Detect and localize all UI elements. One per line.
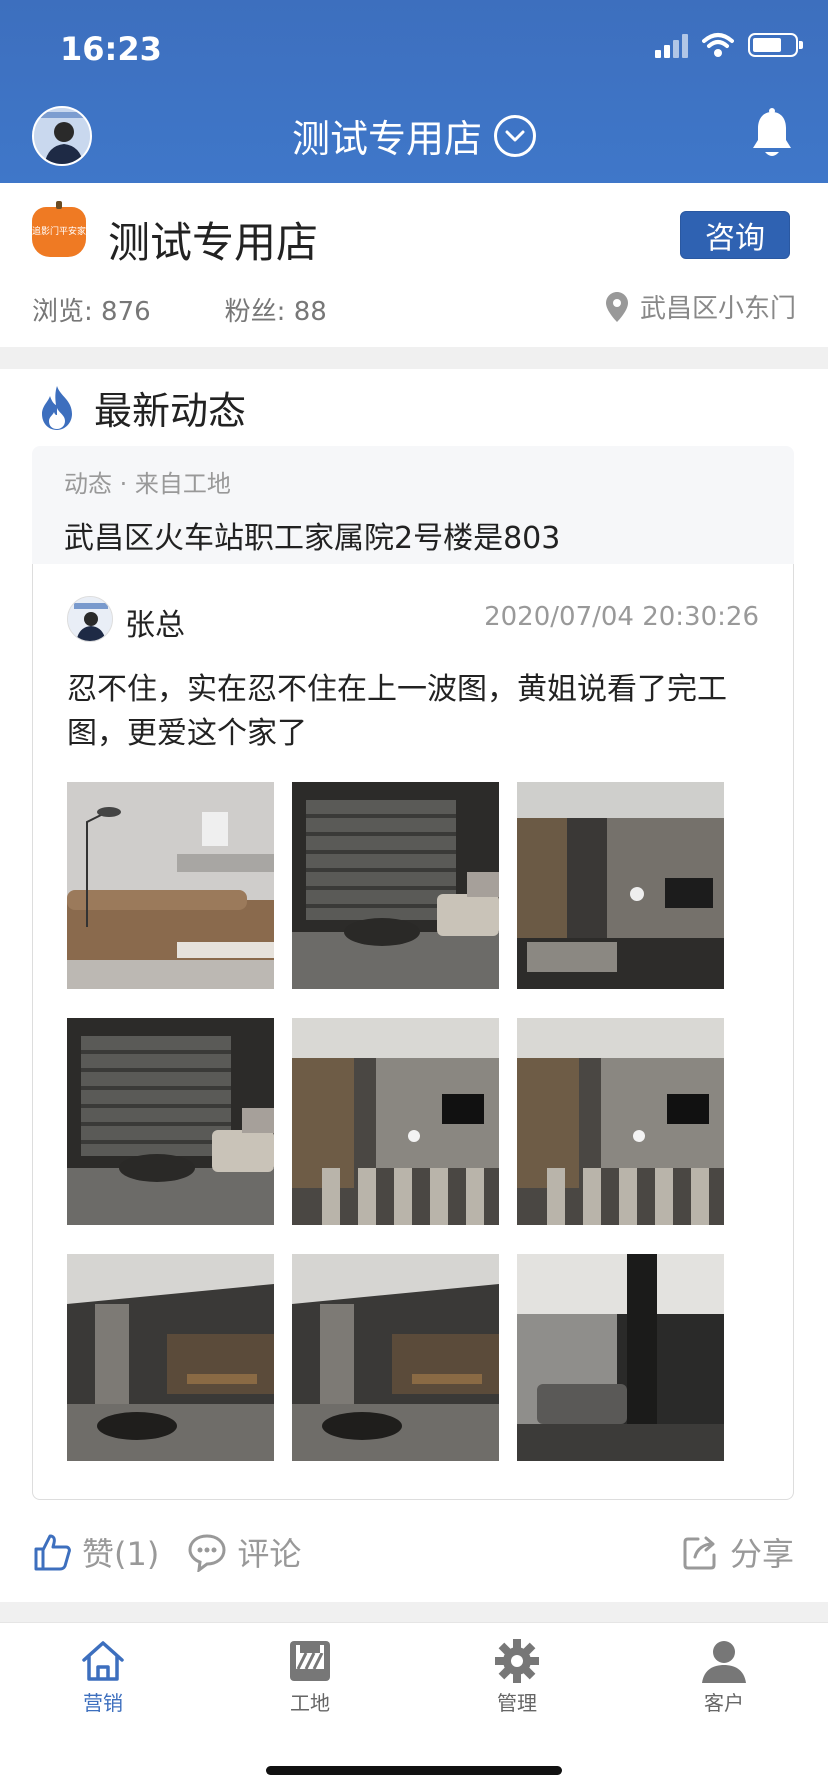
photo-thumbnail[interactable] — [292, 1254, 499, 1461]
photo-thumbnail[interactable] — [517, 1018, 724, 1225]
shop-location[interactable]: 武昌区小东门 — [605, 288, 796, 325]
tab-label: 工地 — [290, 1691, 330, 1715]
author-avatar[interactable] — [67, 596, 113, 642]
like-label: 赞(1) — [82, 1535, 160, 1573]
author-name: 张总 — [125, 608, 185, 643]
shop-name: 测试专用店 — [108, 218, 319, 267]
flame-icon — [42, 385, 72, 430]
fans-label: 粉丝: — [224, 297, 286, 327]
tab-customers[interactable]: 客户 — [664, 1637, 784, 1716]
location-pin-icon — [605, 291, 628, 322]
shop-selector-label: 测试专用店 — [291, 117, 482, 161]
post-address: 武昌区火车站职工家属院2号楼是803 — [64, 521, 561, 556]
photo-thumbnail[interactable] — [292, 1018, 499, 1225]
gear-icon — [495, 1639, 539, 1683]
post-card: 张总 2020/07/04 20:30:26 忍不住，实在忍不住在上一波图，黄姐… — [32, 564, 794, 1500]
like-button[interactable]: 赞(1) — [32, 1529, 159, 1575]
fans-count: 88 — [293, 297, 327, 327]
chevron-down-icon — [494, 114, 536, 157]
consult-button[interactable]: 咨询 — [680, 211, 790, 259]
photo-thumbnail[interactable] — [517, 782, 724, 989]
shop-stats: 浏览: 876 粉丝: 88 — [32, 291, 327, 328]
photo-thumbnail[interactable] — [292, 782, 499, 989]
share-label: 分享 — [729, 1535, 794, 1573]
bell-icon[interactable] — [750, 108, 794, 160]
home-icon — [82, 1641, 124, 1681]
comment-label: 评论 — [237, 1535, 302, 1573]
shop-selector[interactable]: 测试专用店 — [0, 108, 828, 163]
section-divider — [0, 347, 828, 369]
tab-label: 管理 — [497, 1691, 537, 1715]
location-text: 武昌区小东门 — [639, 294, 796, 324]
photo-thumbnail[interactable] — [67, 1018, 274, 1225]
feed-title-text: 最新动态 — [94, 389, 247, 433]
comment-icon — [188, 1534, 226, 1572]
tab-marketing[interactable]: 营销 — [43, 1637, 163, 1716]
post-text: 忍不住，实在忍不住在上一波图，黄姐说看了完工图，更爱这个家了 — [67, 672, 727, 751]
feed-title: 最新动态 — [38, 380, 246, 435]
tab-management[interactable]: 管理 — [457, 1637, 577, 1716]
post-actions: 赞(1) 评论 分享 — [32, 1510, 794, 1594]
status-icons — [655, 32, 803, 58]
shop-info-card: 追影门平安家 测试专用店 咨询 浏览: 876 粉丝: 88 武昌区小东门 — [0, 183, 828, 347]
top-header: 16:23 测试专用店 — [0, 0, 828, 183]
photo-grid — [67, 782, 727, 1462]
section-divider — [0, 1602, 828, 1622]
tab-label: 客户 — [704, 1691, 744, 1715]
share-button[interactable]: 分享 — [682, 1529, 794, 1575]
battery-icon — [748, 33, 803, 57]
fans-stat: 粉丝: 88 — [225, 291, 327, 328]
post-meta: 动态 · 来自工地 — [64, 470, 231, 498]
wifi-icon — [702, 33, 734, 57]
person-icon — [702, 1641, 746, 1683]
thumbs-up-icon — [34, 1534, 71, 1571]
tab-label: 营销 — [83, 1691, 123, 1715]
home-indicator — [266, 1766, 562, 1775]
shop-logo: 追影门平安家 — [32, 201, 87, 257]
views-label: 浏览: — [32, 297, 93, 327]
share-icon — [683, 1536, 716, 1570]
photo-thumbnail[interactable] — [517, 1254, 724, 1461]
status-time: 16:23 — [60, 30, 162, 68]
post-source-header[interactable]: 动态 · 来自工地 武昌区火车站职工家属院2号楼是803 — [32, 446, 794, 564]
comment-button[interactable]: 评论 — [187, 1529, 301, 1575]
views-stat: 浏览: 876 — [32, 291, 151, 328]
tab-site[interactable]: 工地 — [250, 1637, 370, 1716]
construction-icon — [290, 1641, 330, 1681]
signal-icon — [655, 32, 688, 58]
post-timestamp: 2020/07/04 20:30:26 — [484, 602, 759, 632]
app-screen: 16:23 测试专用店 追影门平安家 测试专用店 咨询 浏览: 876 粉丝: … — [0, 0, 828, 1792]
photo-thumbnail[interactable] — [67, 782, 274, 989]
photo-thumbnail[interactable] — [67, 1254, 274, 1461]
views-count: 876 — [101, 297, 151, 327]
shop-logo-text: 追影门平安家 — [32, 226, 87, 237]
